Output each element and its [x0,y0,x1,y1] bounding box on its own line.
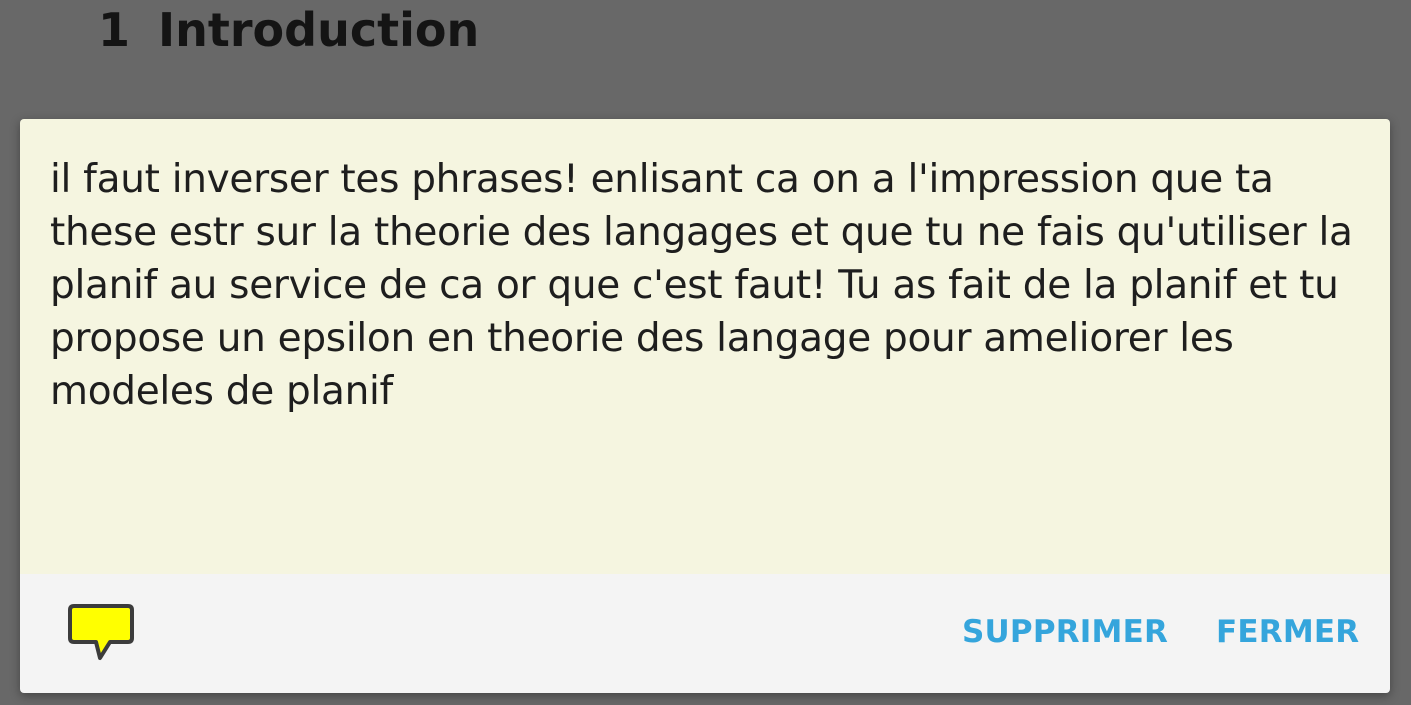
section-number: 1 [98,3,131,57]
annotation-comment-text[interactable]: il faut inverser tes phrases! enlisant c… [50,153,1360,418]
delete-button[interactable]: SUPPRIMER [962,612,1168,652]
annotation-dialog: il faut inverser tes phrases! enlisant c… [20,119,1390,693]
close-button[interactable]: FERMER [1216,612,1359,652]
annotation-note-area[interactable]: il faut inverser tes phrases! enlisant c… [20,119,1390,574]
section-title: Introduction [158,3,480,57]
speech-bubble-icon [68,604,134,660]
section-heading: 1 Introduction [98,0,479,60]
dialog-action-bar: SUPPRIMER FERMER [20,574,1390,693]
